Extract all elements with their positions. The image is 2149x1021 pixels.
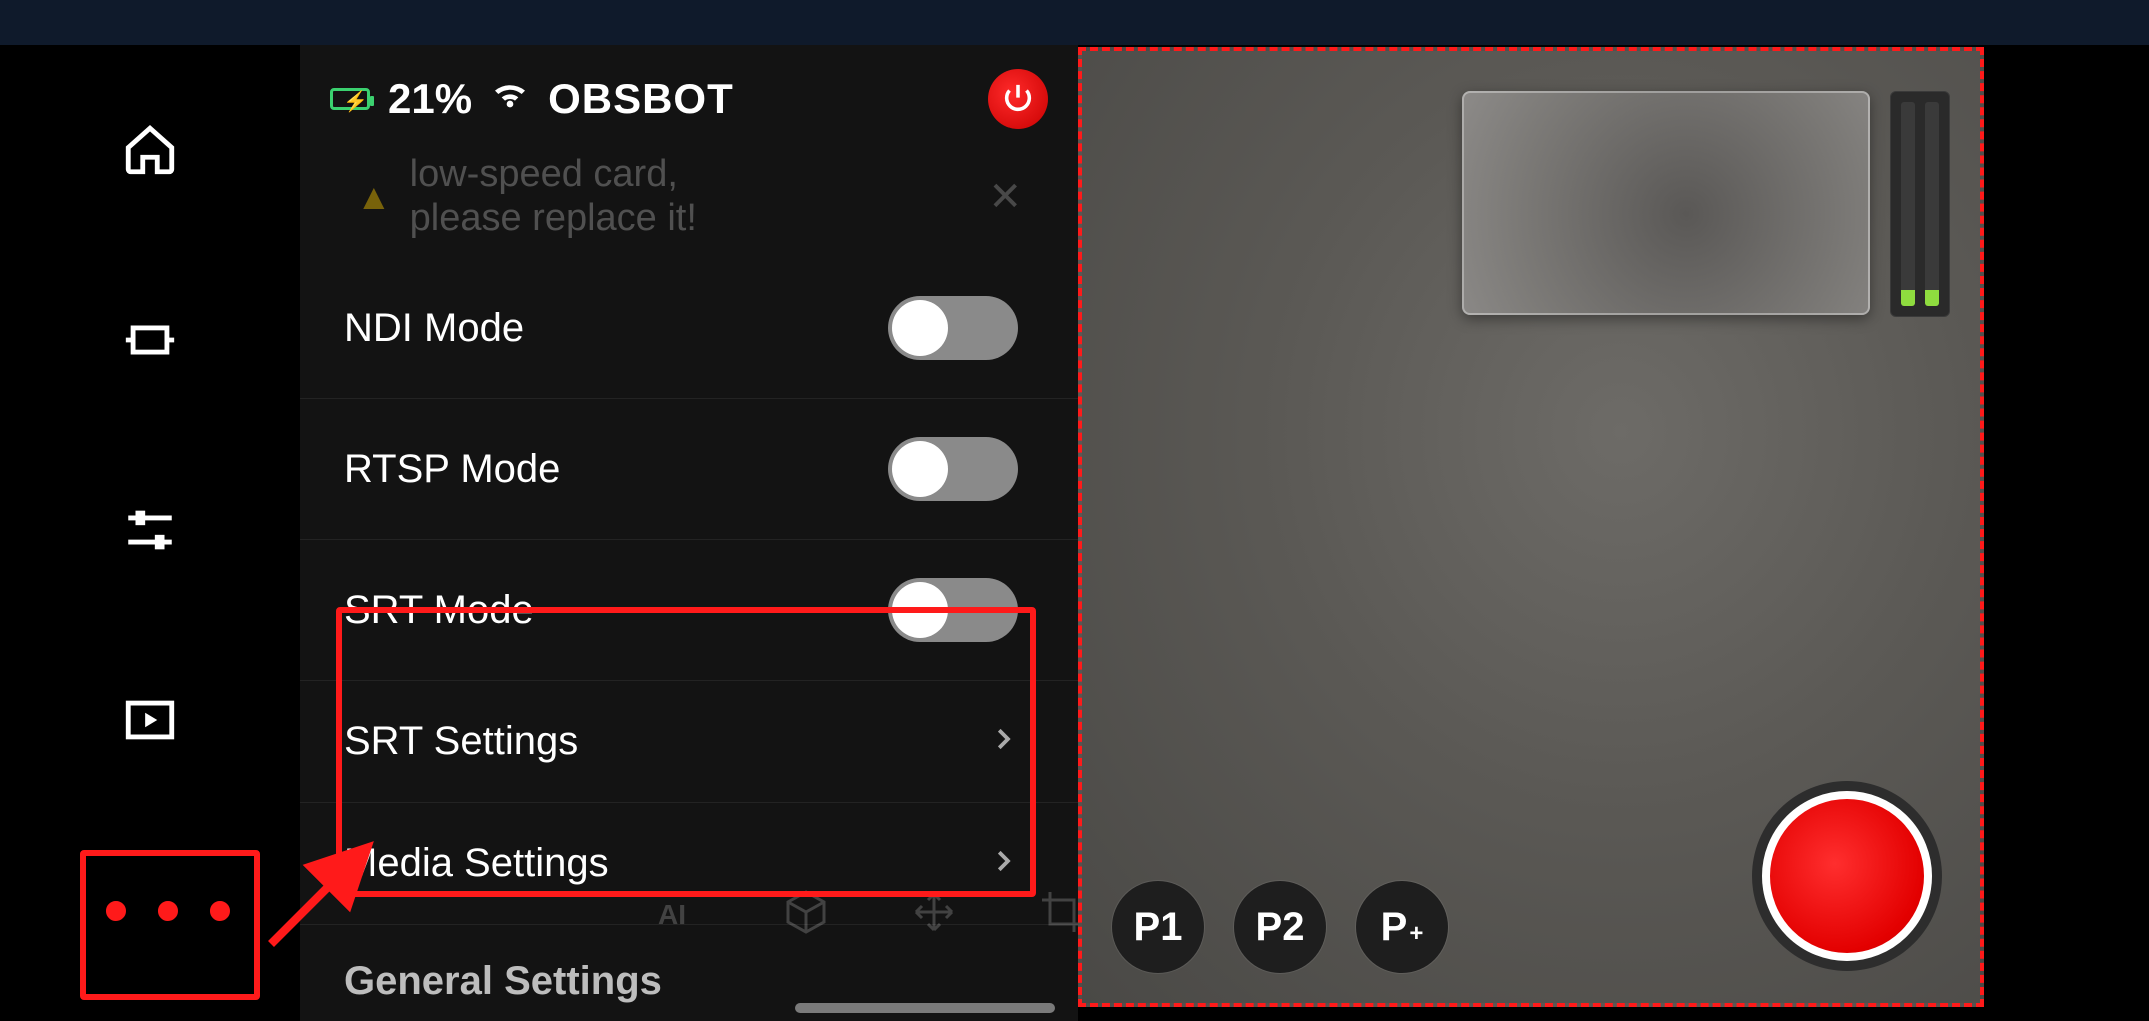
- preset-1-button[interactable]: P1: [1112, 881, 1204, 973]
- gimbal-button[interactable]: [115, 305, 185, 375]
- cube-icon: [782, 888, 830, 936]
- srt-settings-label: SRT Settings: [344, 719, 578, 764]
- preset-add-button[interactable]: P+: [1356, 881, 1448, 973]
- home-indicator[interactable]: [795, 1003, 1055, 1013]
- record-button[interactable]: [1762, 791, 1932, 961]
- audio-level-right: [1925, 102, 1939, 306]
- app-stage: • • • ⚡ 21% OBSBOT ▲ low-speed card, ple…: [0, 45, 2149, 1021]
- preset-1-label: P1: [1134, 905, 1183, 950]
- rtsp-mode-row[interactable]: RTSP Mode: [300, 399, 1078, 540]
- preset-add-plus-icon: +: [1409, 920, 1423, 948]
- audio-level-meter: [1890, 91, 1950, 317]
- settings-list: NDI Mode RTSP Mode SRT Mode SRT Settings…: [300, 258, 1078, 925]
- srt-mode-row[interactable]: SRT Mode: [300, 540, 1078, 681]
- right-black-column: [1984, 45, 2149, 1021]
- home-button[interactable]: [115, 115, 185, 185]
- picture-in-picture-preview[interactable]: [1462, 91, 1870, 315]
- home-icon: [121, 121, 179, 179]
- preset-add-p: P: [1381, 905, 1408, 950]
- camera-viewport[interactable]: P1 P2 P+: [1078, 47, 1984, 1007]
- srt-mode-label: SRT Mode: [344, 588, 534, 633]
- playback-button[interactable]: [115, 685, 185, 755]
- preset-2-button[interactable]: P2: [1234, 881, 1326, 973]
- srt-settings-row[interactable]: SRT Settings: [300, 681, 1078, 803]
- power-icon: [1001, 82, 1035, 116]
- chevron-right-icon: [988, 719, 1018, 764]
- alert-line1: low-speed card,: [410, 153, 971, 197]
- device-name: OBSBOT: [548, 75, 734, 123]
- preset-buttons: P1 P2 P+: [1112, 881, 1448, 973]
- system-status-bar: [0, 0, 2149, 45]
- move-icon: [910, 888, 958, 936]
- more-menu-button[interactable]: • • •: [80, 850, 260, 1000]
- ndi-mode-label: NDI Mode: [344, 306, 524, 351]
- settings-panel: ⚡ 21% OBSBOT ▲ low-speed card, please re…: [300, 45, 1078, 1021]
- svg-text:AI: AI: [658, 899, 686, 930]
- sliders-icon: [121, 501, 179, 559]
- panel-header: ⚡ 21% OBSBOT: [300, 45, 1078, 147]
- ai-icon: AI: [654, 888, 702, 936]
- warning-icon: ▲: [356, 176, 392, 218]
- media-settings-label: Media Settings: [344, 841, 609, 886]
- rtsp-mode-label: RTSP Mode: [344, 447, 560, 492]
- adjust-button[interactable]: [115, 495, 185, 565]
- sd-card-warning: ▲ low-speed card, please replace it! ✕: [340, 147, 1038, 246]
- power-button[interactable]: [988, 69, 1048, 129]
- battery-icon: ⚡: [330, 88, 370, 110]
- audio-level-left: [1901, 102, 1915, 306]
- ndi-mode-row[interactable]: NDI Mode: [300, 258, 1078, 399]
- dismiss-alert-button[interactable]: ✕: [988, 174, 1022, 220]
- preset-2-label: P2: [1256, 905, 1305, 950]
- srt-mode-toggle[interactable]: [888, 578, 1018, 642]
- alert-line2: please replace it!: [410, 197, 971, 241]
- ndi-mode-toggle[interactable]: [888, 296, 1018, 360]
- play-in-rect-icon: [121, 691, 179, 749]
- battery-percent: 21%: [388, 75, 472, 123]
- wifi-icon: [490, 74, 530, 124]
- rtsp-mode-toggle[interactable]: [888, 437, 1018, 501]
- gimbal-icon: [121, 311, 179, 369]
